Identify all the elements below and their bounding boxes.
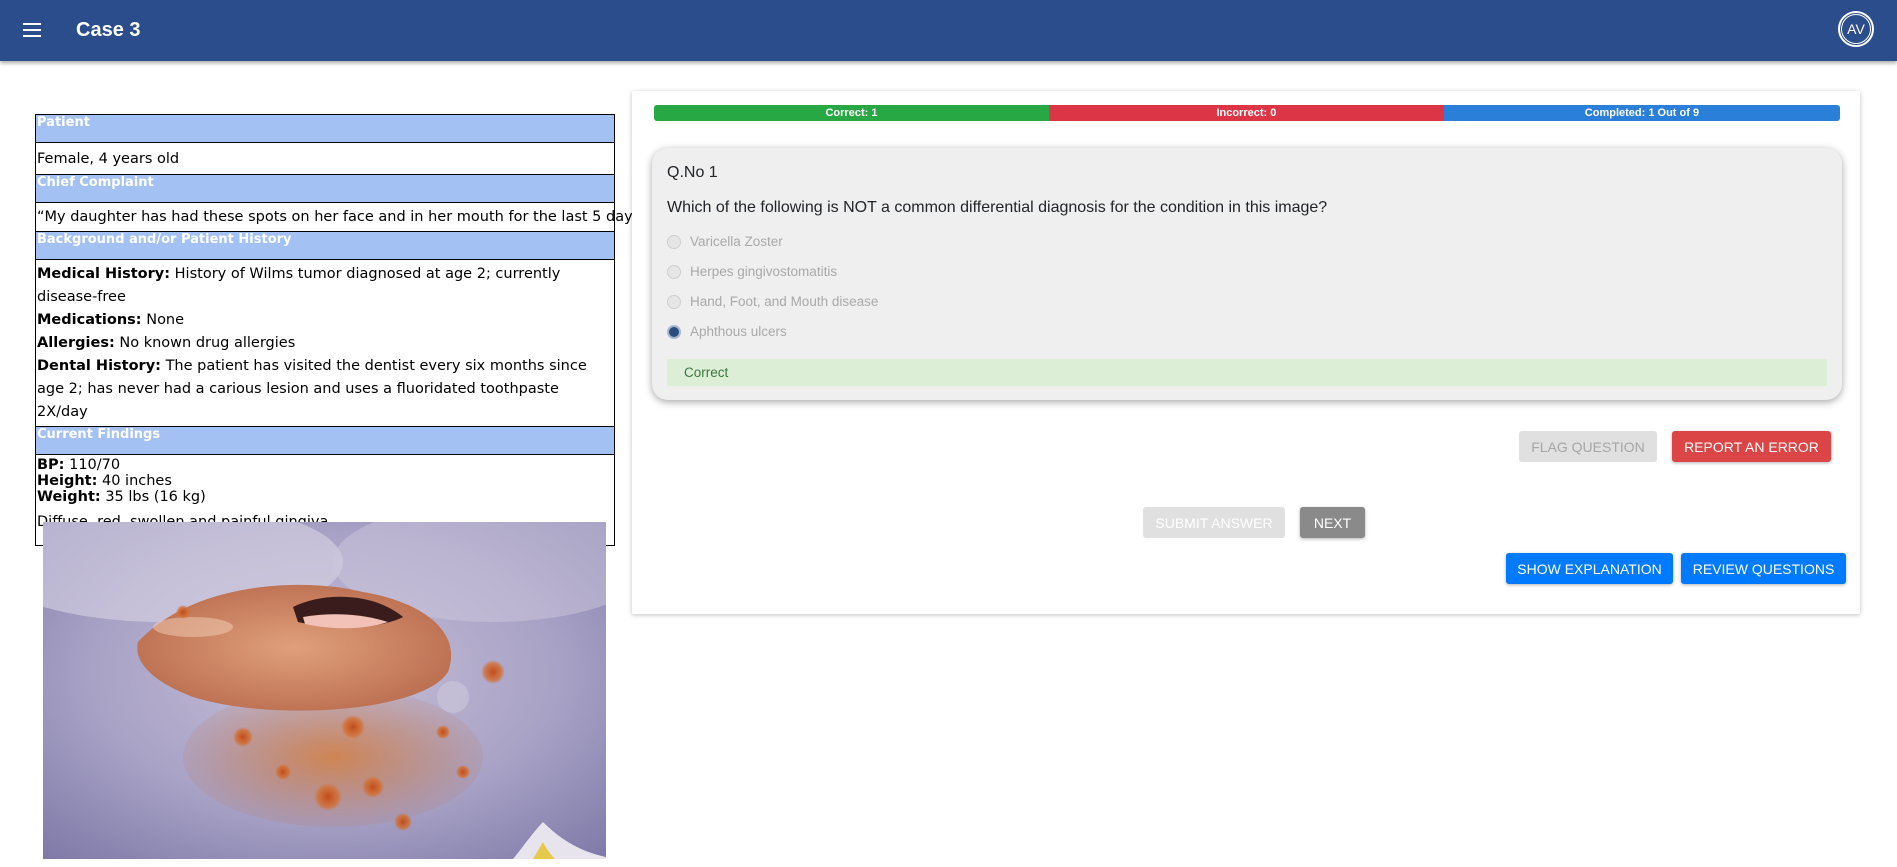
dental-history-label: Dental History: bbox=[37, 358, 161, 374]
option-4-label: Aphthous ulcers bbox=[690, 324, 787, 339]
option-1-label: Varicella Zoster bbox=[690, 234, 783, 249]
clinical-photo bbox=[43, 522, 606, 859]
answer-feedback: Correct bbox=[667, 359, 1827, 386]
allergies-label: Allergies: bbox=[37, 335, 115, 351]
background-heading: Background and/or Patient History bbox=[36, 232, 614, 260]
height-label: Height: bbox=[37, 473, 98, 489]
question-number: Q.No 1 bbox=[667, 164, 718, 181]
submit-answer-button[interactable]: SUBMIT ANSWER bbox=[1143, 507, 1285, 538]
app-bar: Case 3 AV bbox=[0, 0, 1897, 61]
height-value: 40 inches bbox=[97, 473, 172, 489]
option-3-label: Hand, Foot, and Mouth disease bbox=[690, 294, 879, 309]
show-explanation-button[interactable]: SHOW EXPLANATION bbox=[1506, 553, 1673, 584]
bp-label: BP: bbox=[37, 457, 65, 473]
question-box: Q.No 1 Which of the following is NOT a c… bbox=[652, 148, 1842, 400]
radio-option-3[interactable] bbox=[667, 294, 681, 309]
avatar-initials: AV bbox=[1841, 14, 1871, 44]
bp-value: 110/70 bbox=[64, 457, 121, 473]
avatar[interactable]: AV bbox=[1838, 11, 1874, 47]
radio-option-2[interactable] bbox=[667, 264, 681, 279]
page-title: Case 3 bbox=[76, 19, 141, 41]
chief-complaint-heading: Chief Complaint bbox=[36, 175, 614, 203]
progress-bar: Correct: 1 Incorrect: 0 Completed: 1 Out… bbox=[654, 105, 1840, 121]
medications-text: None bbox=[141, 312, 185, 328]
option-1[interactable]: Varicella Zoster bbox=[667, 234, 783, 249]
allergies: Allergies: No known drug allergies bbox=[37, 332, 614, 355]
medications: Medications: None bbox=[37, 309, 614, 332]
hamburger-menu-icon[interactable] bbox=[20, 19, 44, 43]
patient-heading: Patient bbox=[36, 115, 614, 143]
medications-label: Medications: bbox=[37, 312, 142, 328]
patient-text: Female, 4 years old bbox=[36, 143, 614, 175]
dental-history: Dental History: The patient has visited … bbox=[37, 355, 614, 424]
progress-completed: Completed: 1 Out of 9 bbox=[1443, 105, 1840, 121]
chief-complaint-text: “My daughter has had these spots on her … bbox=[36, 203, 648, 232]
option-4[interactable]: Aphthous ulcers bbox=[667, 324, 787, 339]
flag-question-button[interactable]: FLAG QUESTION bbox=[1519, 431, 1657, 462]
option-3[interactable]: Hand, Foot, and Mouth disease bbox=[667, 294, 878, 309]
report-error-button[interactable]: REPORT AN ERROR bbox=[1672, 431, 1831, 462]
weight-label: Weight: bbox=[37, 489, 101, 505]
weight-value: 35 lbs (16 kg) bbox=[100, 489, 206, 505]
option-2-label: Herpes gingivostomatitis bbox=[690, 264, 838, 279]
next-button[interactable]: NEXT bbox=[1300, 507, 1365, 538]
case-info-table: Patient Female, 4 years old Chief Compla… bbox=[35, 114, 648, 546]
radio-option-4-selected[interactable] bbox=[667, 324, 681, 339]
vitals: BP: 110/70 Height: 40 inches Weight: 35 … bbox=[37, 455, 614, 505]
question-text: Which of the following is NOT a common d… bbox=[667, 199, 1328, 216]
medical-history-label: Medical History: bbox=[37, 266, 171, 282]
progress-correct: Correct: 1 bbox=[654, 105, 1049, 121]
progress-incorrect: Incorrect: 0 bbox=[1048, 105, 1444, 121]
radio-option-1[interactable] bbox=[667, 234, 681, 249]
option-2[interactable]: Herpes gingivostomatitis bbox=[667, 264, 837, 279]
review-questions-button[interactable]: REVIEW QUESTIONS bbox=[1681, 553, 1846, 584]
allergies-text: No known drug allergies bbox=[114, 335, 296, 351]
findings-heading: Current Findings bbox=[36, 427, 614, 455]
medical-history: Medical History: History of Wilms tumor … bbox=[37, 263, 614, 309]
background-section: Medical History: History of Wilms tumor … bbox=[36, 260, 614, 427]
